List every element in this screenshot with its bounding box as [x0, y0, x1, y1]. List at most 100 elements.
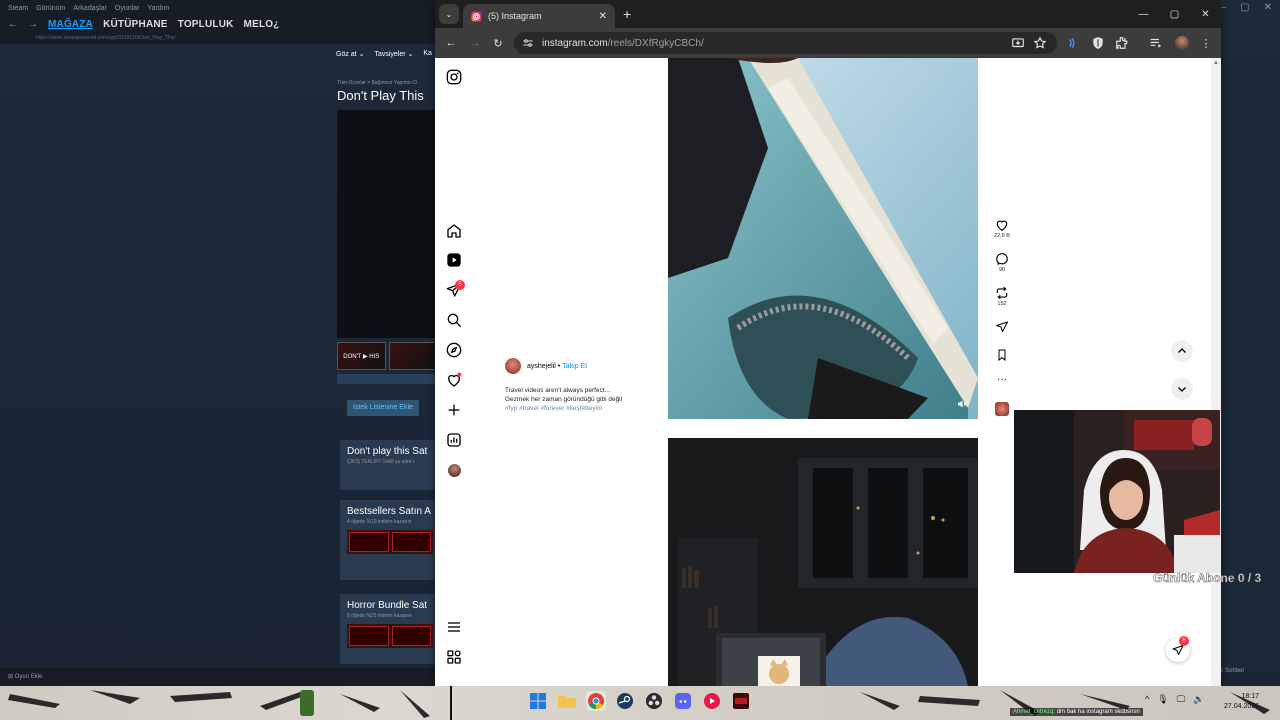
forward-icon[interactable]: →: [467, 35, 483, 51]
next-reel-button[interactable]: [1171, 378, 1193, 400]
chevron-down-icon: ⌄: [445, 9, 453, 19]
author-avatar[interactable]: [505, 358, 521, 374]
bundle-image[interactable]: [347, 624, 433, 648]
purchase-card-subtitle: ÇIKIŞ TEKLİFİ! Teklif şu süre i: [347, 459, 415, 465]
chrome-app-icon[interactable]: [586, 691, 606, 711]
chevron-down-icon: [1178, 387, 1186, 392]
share-icon[interactable]: [990, 320, 1014, 334]
heart-icon[interactable]: [995, 218, 1009, 232]
new-tab-button[interactable]: +: [623, 6, 631, 22]
steam-menu-item[interactable]: Görünüm: [36, 5, 65, 12]
search-icon[interactable]: [446, 312, 462, 328]
messages-badge: 6: [1179, 636, 1189, 646]
more-options-icon[interactable]: ···: [990, 374, 1014, 385]
create-plus-icon[interactable]: [446, 402, 462, 418]
steam-tab-store[interactable]: MAĞAZA: [48, 19, 93, 30]
game-trailer-video[interactable]: [337, 110, 437, 338]
more-options-icon[interactable]: ⋮: [1198, 35, 1214, 51]
repost-icon[interactable]: [995, 286, 1009, 300]
save-bookmark-icon[interactable]: [990, 348, 1014, 362]
notifications-heart-icon[interactable]: [446, 372, 462, 388]
volume-icon[interactable]: 🔊: [1193, 694, 1204, 705]
screenshot-scrollbar[interactable]: [337, 374, 437, 384]
scroll-up-arrow-icon[interactable]: ▲: [1213, 60, 1219, 66]
audio-thumbnail[interactable]: [995, 402, 1009, 416]
screenshot-thumbnail[interactable]: [388, 342, 437, 370]
steam-recommendations-menu[interactable]: Tavsiyeler ⌄: [374, 50, 413, 58]
steam-browse-menu[interactable]: Göz at ⌄: [336, 50, 364, 58]
file-explorer-icon[interactable]: [557, 691, 577, 711]
back-arrow-icon[interactable]: ←: [8, 19, 18, 30]
messages-fab-button[interactable]: 6: [1166, 636, 1190, 662]
browser-toolbar: ← → ↻ instagram.com/reels/DXfRgkyCBCh/ ⋮: [435, 28, 1221, 58]
also-from-meta-icon[interactable]: [446, 649, 462, 665]
like-action[interactable]: 22,6 B: [990, 218, 1014, 239]
maximize-icon[interactable]: ▢: [1240, 2, 1249, 13]
reload-icon[interactable]: ↻: [490, 35, 506, 51]
close-icon[interactable]: ✕: [1264, 2, 1272, 13]
add-game-link[interactable]: Oyun Ekle: [15, 674, 43, 680]
profile-avatar[interactable]: [1175, 36, 1189, 50]
mute-icon[interactable]: [956, 398, 968, 410]
game-app-icon[interactable]: [731, 691, 751, 711]
reel-video[interactable]: [668, 438, 978, 686]
taskbar-clock[interactable]: 18:17 27.04.2026: [1224, 692, 1259, 712]
explore-compass-icon[interactable]: [446, 342, 462, 358]
home-icon[interactable]: [446, 223, 462, 239]
bundle-image[interactable]: [347, 530, 433, 554]
discord-app-icon[interactable]: [673, 691, 693, 711]
instagram-logo-icon[interactable]: [446, 69, 462, 85]
subscriber-goal-overlay: Günlük Abone 0 / 3: [1153, 571, 1262, 586]
add-to-wishlist-button[interactable]: İstek Listesine Ekle: [347, 400, 419, 416]
steam-menu-item[interactable]: Steam: [8, 5, 28, 12]
back-icon[interactable]: ←: [443, 35, 459, 51]
follow-button[interactable]: Takip Et: [562, 363, 587, 370]
comment-icon[interactable]: [995, 252, 1009, 266]
browser-tab[interactable]: (5) Instagram ✕: [463, 4, 615, 28]
tab-search-button[interactable]: ⌄: [439, 4, 459, 24]
steam-menu-item[interactable]: Oyunlar: [115, 5, 140, 12]
media-player-icon[interactable]: [702, 691, 722, 711]
site-settings-icon[interactable]: [522, 37, 534, 49]
extensions-puzzle-icon[interactable]: [1115, 36, 1129, 50]
media-controls-icon[interactable]: [1149, 36, 1163, 50]
steam-menu-item[interactable]: Yardım: [147, 5, 169, 12]
reels-icon[interactable]: [446, 252, 462, 268]
comment-action[interactable]: 90: [990, 252, 1014, 273]
minimize-icon[interactable]: –: [1221, 2, 1227, 13]
reel-video[interactable]: [668, 58, 978, 419]
obs-app-icon[interactable]: [644, 691, 664, 711]
steam-app-icon[interactable]: [615, 691, 635, 711]
maximize-icon[interactable]: ▢: [1159, 0, 1190, 28]
repost-action[interactable]: 152: [990, 286, 1014, 307]
dashboard-chart-icon[interactable]: [446, 432, 462, 448]
close-window-icon[interactable]: ✕: [1190, 0, 1221, 28]
shield-extension-icon[interactable]: [1091, 36, 1105, 50]
audio-extension-icon[interactable]: [1065, 36, 1079, 50]
steam-menu-item[interactable]: Arkadaşlar: [73, 5, 106, 12]
address-bar[interactable]: instagram.com/reels/DXfRgkyCBCh/: [514, 32, 1057, 54]
forward-arrow-icon[interactable]: →: [28, 19, 38, 30]
steam-tab-library[interactable]: KÜTÜPHANE: [103, 19, 168, 30]
network-icon[interactable]: 🖵: [1177, 694, 1186, 705]
reel-caption: ayshejelil • Takip Et Travel videos aren…: [505, 358, 665, 413]
show-hidden-icons-icon[interactable]: ^: [1145, 694, 1149, 705]
clock-time: 18:17: [1241, 693, 1260, 700]
bookmark-star-icon[interactable]: [1033, 36, 1047, 50]
profile-avatar[interactable]: [448, 464, 461, 477]
previous-reel-button[interactable]: [1171, 340, 1193, 362]
page-scrollbar[interactable]: ▲: [1211, 58, 1221, 686]
steam-categories-menu[interactable]: Ka: [423, 50, 432, 58]
steam-tab-profile[interactable]: MELO¿: [244, 19, 280, 30]
windows-start-icon[interactable]: [528, 691, 548, 711]
breadcrumb[interactable]: Tüm Oyunlar > Bağımsız Yapımcı O: [337, 80, 417, 86]
install-app-icon[interactable]: [1011, 36, 1025, 50]
close-tab-icon[interactable]: ✕: [599, 11, 607, 22]
menu-hamburger-icon[interactable]: [446, 619, 462, 635]
steam-tab-community[interactable]: TOPLULUK: [178, 19, 234, 30]
author-username[interactable]: ayshejelil: [527, 363, 556, 370]
microphone-icon[interactable]: 🎙: [1157, 694, 1168, 705]
caption-hashtags[interactable]: #fyp #travel #forever #keşfetteyim: [505, 404, 665, 413]
screenshot-thumbnail[interactable]: DON'T ▶ HIS: [337, 342, 386, 370]
minimize-icon[interactable]: —: [1128, 0, 1159, 28]
